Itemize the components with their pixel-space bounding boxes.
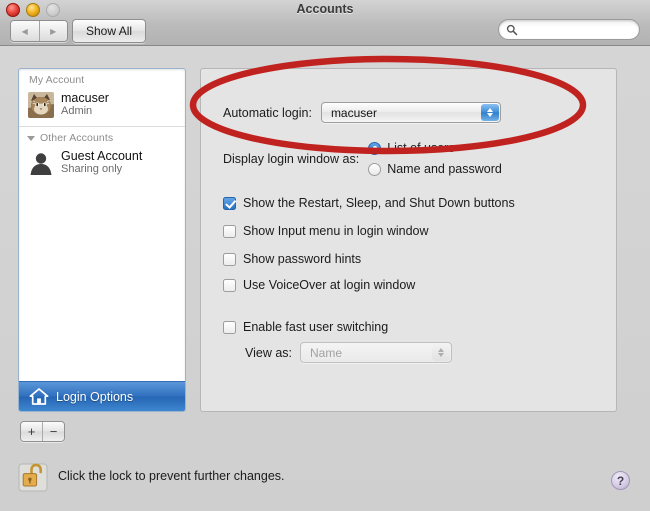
- automatic-login-label: Automatic login:: [223, 105, 312, 120]
- navigation-segmented-control[interactable]: ◀ ▶: [10, 20, 68, 42]
- radio-name-and-password[interactable]: Name and password: [368, 162, 502, 176]
- checkbox-icon[interactable]: [223, 252, 236, 266]
- sidebar-item-guest-text: Guest Account Sharing only: [61, 149, 142, 176]
- radio-button-icon[interactable]: [368, 162, 382, 176]
- checkbox-enable-fast-user-switching[interactable]: Enable fast user switching: [223, 320, 388, 334]
- sidebar-group-header-my-account: My Account: [29, 74, 85, 86]
- display-login-window-radio-group: List of users Name and password: [368, 141, 502, 176]
- account-role: Admin: [61, 105, 93, 118]
- window-titlebar: Accounts ◀ ▶ Show All: [0, 0, 650, 46]
- account-name: macuser: [61, 91, 109, 105]
- view-as-value: Name: [310, 345, 343, 360]
- remove-account-button[interactable]: −: [42, 422, 64, 441]
- display-login-window-label: Display login window as:: [223, 151, 360, 166]
- house-icon: [29, 388, 49, 405]
- cat-photo-avatar: [28, 91, 54, 118]
- lock-area[interactable]: Click the lock to prevent further change…: [18, 460, 285, 492]
- sidebar-item-macuser[interactable]: macuser Admin: [19, 88, 185, 123]
- sidebar-group-label: Other Accounts: [40, 132, 114, 145]
- sidebar-group-header-other-accounts[interactable]: Other Accounts: [19, 127, 185, 146]
- radio-label: Name and password: [387, 162, 502, 176]
- radio-list-of-users[interactable]: List of users: [368, 141, 502, 155]
- sidebar-item-guest-account[interactable]: Guest Account Sharing only: [19, 146, 185, 181]
- accounts-sidebar: My Account macuser Admin Other Accounts …: [18, 68, 186, 412]
- radio-label: List of users: [387, 141, 455, 155]
- radio-button-icon[interactable]: [368, 141, 382, 155]
- checkbox-icon[interactable]: [223, 224, 236, 238]
- checkbox-label: Show password hints: [243, 252, 362, 266]
- search-icon: [506, 24, 518, 36]
- account-role: Sharing only: [61, 163, 123, 176]
- sidebar-item-macuser-text: macuser Admin: [61, 91, 109, 118]
- back-button[interactable]: ◀: [11, 21, 39, 41]
- add-remove-account-controls[interactable]: + −: [20, 421, 65, 442]
- checkbox-icon[interactable]: [223, 320, 236, 334]
- forward-button[interactable]: ▶: [38, 21, 67, 41]
- accounts-preference-window: Accounts ◀ ▶ Show All My Account macuser…: [0, 0, 650, 511]
- display-login-window-row: Display login window as: List of users N…: [223, 141, 502, 176]
- popup-arrows-icon: [432, 344, 451, 361]
- add-account-button[interactable]: +: [21, 422, 42, 441]
- checkbox-label: Show the Restart, Sleep, and Shut Down b…: [243, 196, 515, 210]
- view-as-label: View as:: [245, 345, 293, 360]
- view-as-row: View as: Name: [245, 342, 453, 363]
- checkbox-icon[interactable]: [223, 196, 236, 210]
- login-options-panel: Automatic login: macuser Display login w…: [200, 68, 617, 412]
- lock-message: Click the lock to prevent further change…: [58, 469, 285, 483]
- checkbox-icon[interactable]: [223, 278, 236, 292]
- window-title: Accounts: [296, 2, 354, 16]
- search-input[interactable]: [521, 20, 637, 41]
- checkbox-show-input-menu[interactable]: Show Input menu in login window: [223, 224, 429, 238]
- show-all-button[interactable]: Show All: [72, 19, 147, 43]
- checkbox-show-restart-sleep-shutdown[interactable]: Show the Restart, Sleep, and Shut Down b…: [223, 196, 515, 210]
- open-padlock-icon[interactable]: [18, 460, 48, 492]
- search-field[interactable]: [498, 19, 640, 41]
- checkbox-label: Use VoiceOver at login window: [243, 278, 416, 292]
- person-silhouette-avatar: [28, 150, 54, 176]
- sidebar-item-login-options[interactable]: Login Options: [19, 381, 185, 411]
- sidebar-item-login-options-label: Login Options: [56, 389, 134, 404]
- checkbox-show-password-hints[interactable]: Show password hints: [223, 252, 361, 266]
- help-button[interactable]: ?: [611, 471, 630, 490]
- checkbox-use-voiceover[interactable]: Use VoiceOver at login window: [223, 278, 415, 292]
- account-name: Guest Account: [61, 149, 143, 164]
- checkbox-label: Enable fast user switching: [243, 320, 389, 334]
- checkbox-label: Show Input menu in login window: [243, 224, 429, 238]
- automatic-login-row: Automatic login: macuser: [223, 102, 501, 123]
- disclosure-triangle-icon[interactable]: [27, 135, 35, 141]
- automatic-login-value: macuser: [330, 105, 377, 120]
- view-as-popup-button: Name: [300, 342, 453, 363]
- popup-arrows-icon[interactable]: [480, 104, 499, 121]
- automatic-login-popup-button[interactable]: macuser: [320, 102, 501, 123]
